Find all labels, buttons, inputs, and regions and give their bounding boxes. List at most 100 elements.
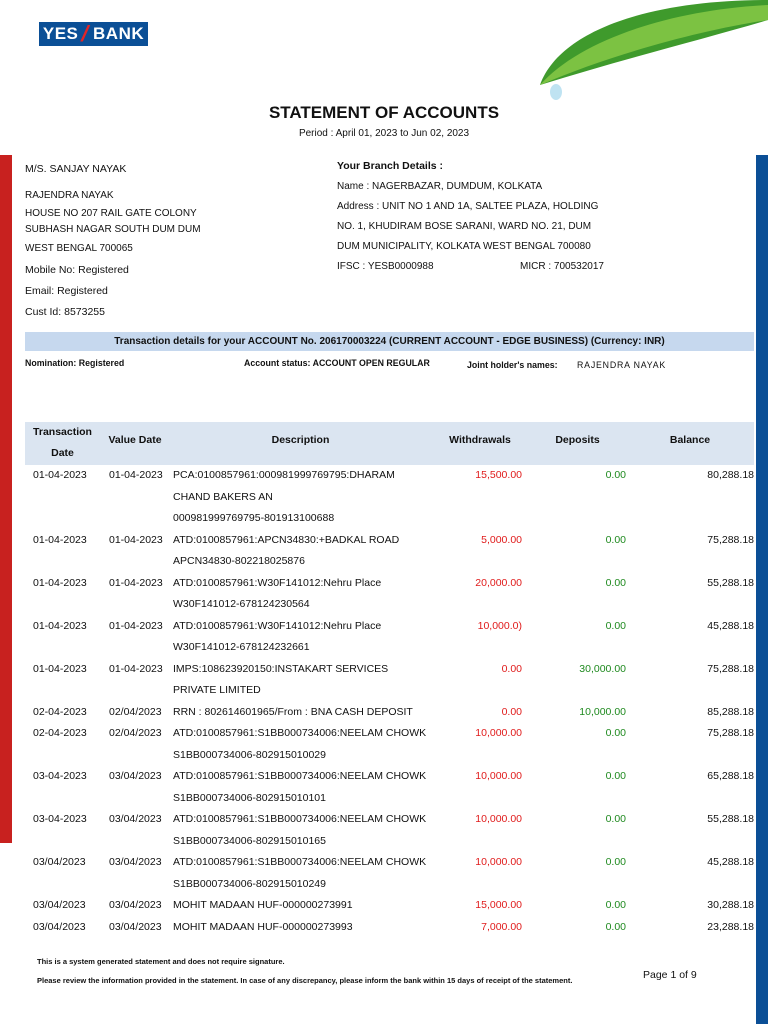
withdrawal-amount: 10,000.00 [475, 770, 522, 782]
txn-date: 01-04-2023 [33, 469, 87, 481]
deposit-amount: 0.00 [605, 576, 626, 589]
deposit-amount: 10,000.00 [579, 705, 626, 718]
description-line: S1BB000734006-802915010029 [173, 748, 326, 761]
withdrawal-amount: 10,000.00 [475, 856, 522, 868]
withdrawal-amount: 0.00 [501, 705, 522, 718]
txn-date: 03/04/2023 [33, 899, 86, 911]
table-row: 01-04-2023 01-04-2023 ATD:0100857961:W30F1… [25, 616, 754, 659]
description-line: MOHIT MADAAN HUF-000000273991 [173, 899, 353, 911]
account-status: Account status: ACCOUNT OPEN REGULAR [244, 358, 430, 368]
deposit-amount: 0.00 [605, 469, 626, 481]
joint-holder-label: Joint holder's names: [467, 360, 558, 370]
table-row: 03/04/2023 03/04/2023 MOHIT MADAAN HUF-000… [25, 895, 754, 917]
joint-holder-value: RAJENDRA NAYAK [577, 360, 667, 370]
footer-note: This is a system generated statement and… [37, 957, 285, 966]
deposit-amount: 0.00 [605, 770, 626, 782]
customer-name: M/S. SANJAY NAYAK [25, 163, 127, 175]
txn-date: 01-04-2023 [33, 619, 87, 632]
balance-amount: 85,288.18 [707, 705, 754, 718]
th-date: Date [51, 447, 74, 459]
description-line: W30F141012-678124232661 [173, 641, 310, 653]
txn-date: 01-04-2023 [33, 662, 87, 675]
branch-address: Address : UNIT NO 1 AND 1A, SALTEE PLAZA… [337, 201, 599, 212]
description-line: PCA:0100857961:000981999769795:DHARAM [173, 469, 395, 481]
txn-date: 01-04-2023 [33, 576, 87, 589]
left-red-stripe [0, 155, 12, 843]
description-line: ATD:0100857961:W30F141012:Nehru Place [173, 576, 382, 589]
txn-date: 01-04-2023 [33, 533, 87, 546]
logo-yes: YES [42, 24, 79, 43]
th-deposits: Deposits [555, 434, 600, 446]
table-row: 03/04/2023 03/04/2023 MOHIT MADAAN HUF-000… [25, 917, 754, 939]
withdrawal-amount: 5,000.00 [481, 533, 522, 546]
balance-amount: 55,288.18 [707, 576, 754, 589]
right-blue-stripe [756, 155, 768, 1024]
value-date: 01-04-2023 [109, 576, 163, 589]
description-line: ATD:0100857961:APCN34830:+BADKAL ROAD [173, 533, 400, 546]
deposit-amount: 0.00 [605, 856, 626, 868]
value-date: 01-04-2023 [109, 619, 163, 632]
description-line: ATD:0100857961:S1BB000734006:NEELAM CHOW… [173, 770, 427, 782]
mobile: Mobile No: Registered [25, 264, 129, 276]
table-row: 01-04-2023 01-04-2023 ATD:0100857961:W30F1… [25, 573, 754, 616]
value-date: 03/04/2023 [109, 813, 162, 825]
footer-disclaimer: Please review the information provided i… [37, 976, 573, 985]
table-row: 01-04-2023 01-04-2023 PCA:0100857961:00098… [25, 465, 754, 530]
table-row: 02-04-2023 02/04/2023 ATD:0100857961:S1BB0… [25, 723, 754, 766]
cust-id: Cust Id: 8573255 [25, 306, 105, 318]
value-date: 03/04/2023 [109, 920, 162, 933]
deposit-amount: 30,000.00 [579, 662, 626, 675]
balance-amount: 75,288.18 [707, 533, 754, 546]
balance-amount: 45,288.18 [707, 856, 754, 868]
table-row: 02-04-2023 02/04/2023 RRN : 802614601965/F… [25, 702, 754, 724]
balance-amount: 75,288.18 [707, 727, 754, 739]
deposit-amount: 0.00 [605, 727, 626, 739]
description-line: ATD:0100857961:W30F141012:Nehru Place [173, 619, 382, 632]
withdrawal-amount: 10,000.0) [477, 619, 522, 632]
leaf-graphic-icon [540, 0, 768, 100]
balance-amount: 45,288.18 [707, 619, 754, 632]
branch-address: NO. 1, KHUDIRAM BOSE SARANI, WARD NO. 21… [337, 221, 592, 232]
page-title: STATEMENT OF ACCOUNTS [268, 103, 500, 122]
address-line: SUBHASH NAGAR SOUTH DUM DUM [25, 224, 201, 235]
value-date: 03/04/2023 [109, 899, 162, 911]
txn-date: 03/04/2023 [33, 920, 86, 933]
value-date: 02/04/2023 [109, 705, 162, 718]
account-bar: Transaction details for your ACCOUNT No.… [25, 332, 754, 351]
value-date: 01-04-2023 [109, 533, 163, 546]
txn-date: 02-04-2023 [33, 705, 87, 718]
withdrawal-amount: 10,000.00 [475, 727, 522, 739]
th-value-date: Value Date [108, 434, 162, 446]
value-date: 01-04-2023 [109, 469, 163, 481]
description-line: IMPS:108623920150:INSTAKART SERVICES [173, 662, 389, 675]
address-line: WEST BENGAL 700065 [25, 243, 133, 254]
value-date: 03/04/2023 [109, 856, 162, 868]
description-line: W30F141012-678124230564 [173, 598, 310, 610]
description-line: ATD:0100857961:S1BB000734006:NEELAM CHOW… [173, 813, 427, 825]
page-number: Page 1 of 9 [643, 969, 697, 981]
transaction-table: 01-04-2023 01-04-2023 PCA:0100857961:00098… [25, 465, 754, 938]
withdrawal-amount: 7,000.00 [481, 920, 522, 933]
nomination: Nomination: Registered [25, 358, 125, 368]
withdrawal-amount: 15,000.00 [475, 899, 522, 911]
table-row: 03-04-2023 03/04/2023 ATD:0100857961:S1BB0… [25, 809, 754, 852]
logo-bank: BANK [93, 24, 145, 43]
table-row: 01-04-2023 01-04-2023 IMPS:108623920150:IN… [25, 659, 754, 702]
branch-name: Name : NAGERBAZAR, DUMDUM, KOLKATA [337, 181, 543, 192]
txn-date: 03-04-2023 [33, 813, 87, 825]
balance-amount: 30,288.18 [707, 899, 754, 911]
withdrawal-amount: 20,000.00 [475, 576, 522, 589]
description-line: ATD:0100857961:S1BB000734006:NEELAM CHOW… [173, 856, 427, 868]
balance-amount: 65,288.18 [707, 770, 754, 782]
value-date: 02/04/2023 [109, 727, 162, 739]
withdrawal-amount: 15,500.00 [475, 469, 522, 481]
th-transaction: Transaction [33, 426, 92, 438]
deposit-amount: 0.00 [605, 920, 626, 933]
withdrawal-amount: 0.00 [501, 662, 522, 675]
th-description: Description [271, 434, 330, 446]
value-date: 03/04/2023 [109, 770, 162, 782]
table-row: 03-04-2023 03/04/2023 ATD:0100857961:S1BB0… [25, 766, 754, 809]
balance-amount: 75,288.18 [707, 662, 754, 675]
table-row: 01-04-2023 01-04-2023 ATD:0100857961:APCN3… [25, 530, 754, 573]
yes-bank-logo: YES / BANK [39, 21, 148, 46]
